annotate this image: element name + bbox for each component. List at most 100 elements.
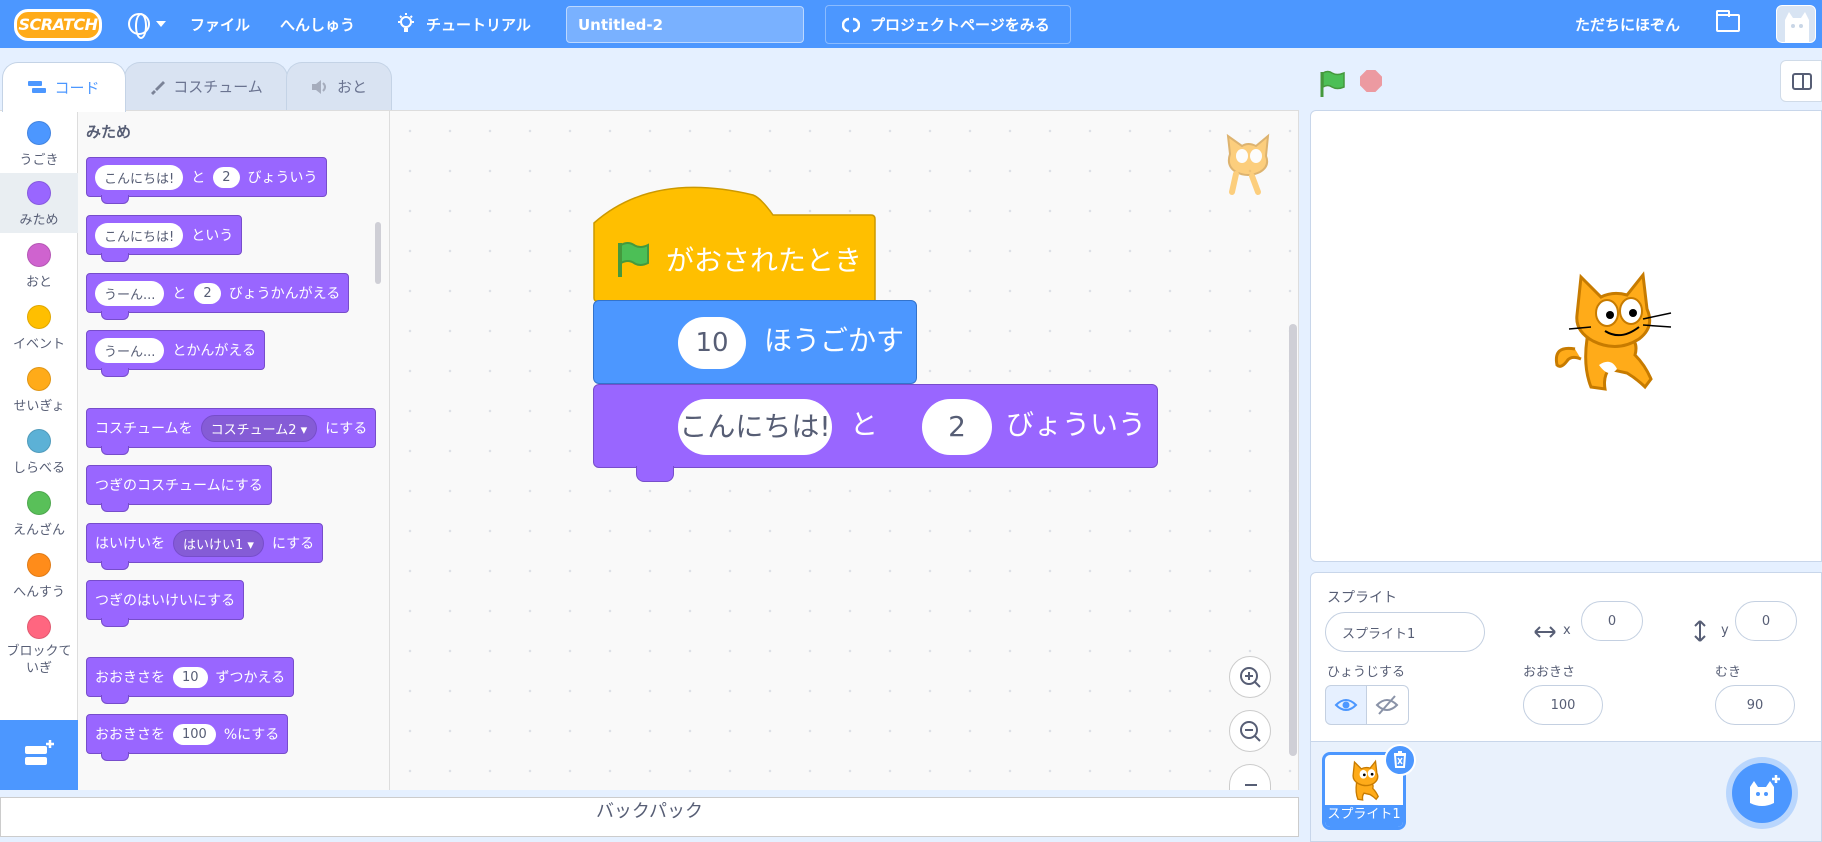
palette-scrollbar[interactable] — [375, 222, 381, 284]
see-project-page-button[interactable]: プロジェクトページをみる — [825, 5, 1071, 44]
category-sound[interactable]: おと — [0, 235, 78, 295]
folder-icon[interactable] — [1716, 10, 1740, 32]
speaker-icon — [311, 79, 326, 94]
code-blocks-icon — [28, 80, 47, 93]
block-number-input[interactable]: 10 — [173, 666, 208, 688]
block-label: びょういう — [247, 170, 318, 186]
project-title-input[interactable] — [566, 6, 804, 43]
block-think-for-secs[interactable]: うーん... と 2 びょうかんがえる — [86, 273, 350, 320]
edit-menu[interactable]: へんしゅう — [280, 0, 355, 48]
category-sensing[interactable]: しらべる — [0, 421, 78, 481]
direction-input[interactable]: 90 — [1715, 685, 1795, 725]
y-input[interactable]: 0 — [1735, 601, 1797, 641]
trash-icon — [1393, 751, 1407, 768]
zoom-reset-icon — [1245, 784, 1257, 786]
dropdown-value: コスチューム2 — [210, 422, 297, 438]
size-label: おおきさ — [1523, 665, 1576, 680]
tab-costumes[interactable]: コスチューム — [124, 62, 288, 110]
category-label: しらべる — [12, 461, 65, 476]
block-switch-costume[interactable]: コスチュームを コスチューム2 ▾ にする — [86, 408, 377, 455]
block-palette: みため こんにちは! と 2 びょういう こんにちは! という うーん... と… — [78, 110, 390, 790]
zoom-in-button[interactable] — [1229, 656, 1271, 698]
block-think[interactable]: うーん... とかんがえる — [86, 330, 265, 377]
block-change-size[interactable]: おおきさを 10 ずつかえる — [86, 657, 295, 704]
category-dot — [27, 305, 51, 329]
add-extension-button[interactable] — [0, 720, 78, 790]
zoom-out-button[interactable] — [1229, 710, 1271, 752]
save-now-button[interactable]: ただちにほぞん — [1575, 0, 1680, 48]
avatar[interactable] — [1776, 5, 1816, 43]
language-menu[interactable] — [128, 0, 170, 48]
zoom-reset-button[interactable] — [1229, 764, 1271, 790]
category-dot — [27, 121, 51, 145]
choose-sprite-button[interactable] — [1732, 763, 1792, 823]
category-dot — [27, 429, 51, 453]
cat-thumbnail-icon — [1352, 759, 1379, 801]
block-label: おおきさを — [95, 727, 165, 743]
category-events[interactable]: イベント — [0, 297, 78, 357]
category-looks[interactable]: みため — [0, 173, 78, 233]
block-number-input[interactable]: 100 — [173, 723, 216, 745]
block-text-input[interactable]: うーん... — [95, 337, 165, 363]
green-flag-icon[interactable] — [1318, 70, 1346, 98]
block-label: と — [191, 170, 206, 186]
block-text-input[interactable]: うーん... — [95, 280, 165, 306]
block-number-input[interactable]: 2 — [194, 282, 221, 304]
y-arrows-icon — [1694, 620, 1706, 642]
category-motion[interactable]: うごき — [0, 113, 78, 173]
block-next-backdrop[interactable]: つぎのはいけいにする — [86, 580, 245, 627]
category-label: せいぎょ — [13, 399, 65, 414]
delete-sprite-button[interactable] — [1384, 744, 1416, 776]
cat-sprite[interactable] — [1547, 269, 1677, 397]
block-text-input[interactable]: こんにちは! — [95, 222, 184, 248]
tab-costumes-label: コスチューム — [173, 78, 263, 96]
category-my-blocks[interactable]: ブロックて いぎ — [0, 607, 78, 687]
category-label: みため — [19, 213, 59, 228]
say-text-input[interactable]: こんにちは! — [678, 399, 832, 455]
sprite-label: スプライト — [1327, 590, 1397, 606]
category-variables[interactable]: へんすう — [0, 545, 78, 605]
sprite-cat-watermark-icon — [1226, 133, 1270, 195]
category-control[interactable]: せいぎょ — [0, 359, 78, 419]
eye-icon — [1334, 699, 1358, 711]
block-set-size[interactable]: おおきさを 100 %にする — [86, 714, 289, 761]
workspace-scrollbar[interactable] — [1289, 324, 1297, 756]
tab-sounds[interactable]: おと — [286, 62, 392, 110]
stop-icon[interactable] — [1360, 70, 1382, 92]
category-label: ブロックて いぎ — [6, 644, 72, 676]
x-input[interactable]: 0 — [1581, 601, 1643, 641]
backdrop-dropdown[interactable]: はいけい1 ▾ — [173, 529, 264, 557]
backpack[interactable]: バックパック — [0, 797, 1299, 837]
steps-input[interactable]: 10 — [678, 317, 746, 369]
move-steps-block[interactable]: 10 ほうごかす — [593, 300, 917, 384]
category-menu: うごき みため おと イベント せいぎょ しらべる えんざん へんすう ブロック… — [0, 110, 78, 790]
tutorials-menu[interactable]: チュートリアル — [396, 0, 531, 48]
say-to-label: と — [850, 408, 879, 441]
tab-code[interactable]: コード — [2, 62, 126, 112]
block-next-costume[interactable]: つぎのコスチュームにする — [86, 465, 272, 512]
stage[interactable] — [1310, 110, 1822, 562]
category-operators[interactable]: えんざん — [0, 483, 78, 543]
category-label: えんざん — [12, 523, 65, 538]
file-menu[interactable]: ファイル — [190, 0, 250, 48]
say-for-secs-block[interactable]: こんにちは! と 2 びょういう — [593, 384, 1158, 468]
when-flag-clicked-block[interactable]: がおされたとき — [612, 239, 862, 279]
category-label: おと — [25, 275, 52, 290]
show-visible-button[interactable] — [1325, 685, 1367, 725]
block-text-input[interactable]: こんにちは! — [95, 164, 184, 190]
size-input[interactable]: 100 — [1523, 685, 1603, 725]
costume-dropdown[interactable]: コスチューム2 ▾ — [200, 414, 318, 442]
block-number-input[interactable]: 2 — [213, 166, 240, 188]
show-hidden-button[interactable] — [1367, 685, 1409, 725]
block-say-for-secs[interactable]: こんにちは! と 2 びょういう — [86, 157, 327, 204]
scratch-logo[interactable]: SCRATCH — [14, 9, 102, 41]
say-secs-input[interactable]: 2 — [922, 399, 992, 455]
block-label: にする — [325, 421, 368, 437]
sprite-name-input[interactable] — [1325, 612, 1485, 652]
block-switch-backdrop[interactable]: はいけいを はいけい1 ▾ にする — [86, 523, 324, 570]
stage-layout-button[interactable] — [1780, 60, 1822, 102]
category-dot — [27, 367, 51, 391]
add-sprite-icon — [1750, 775, 1780, 806]
caret-down-icon — [156, 21, 166, 27]
block-say[interactable]: こんにちは! という — [86, 215, 243, 262]
